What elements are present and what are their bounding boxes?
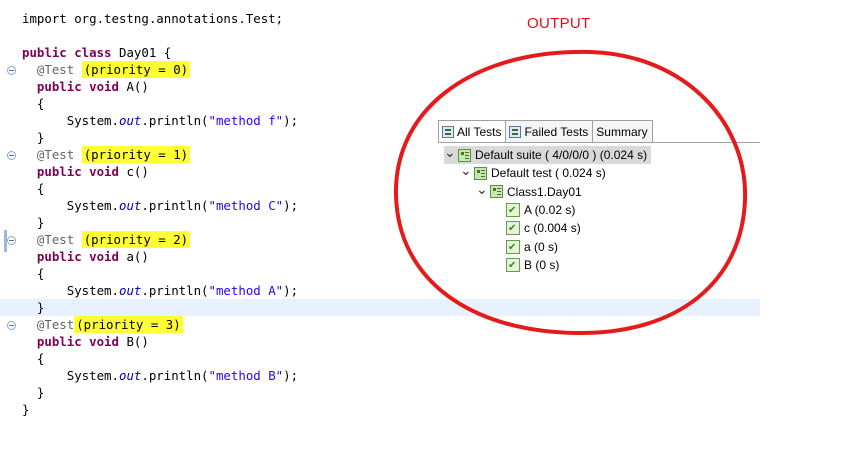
red-ellipse-annotation [393,49,748,336]
